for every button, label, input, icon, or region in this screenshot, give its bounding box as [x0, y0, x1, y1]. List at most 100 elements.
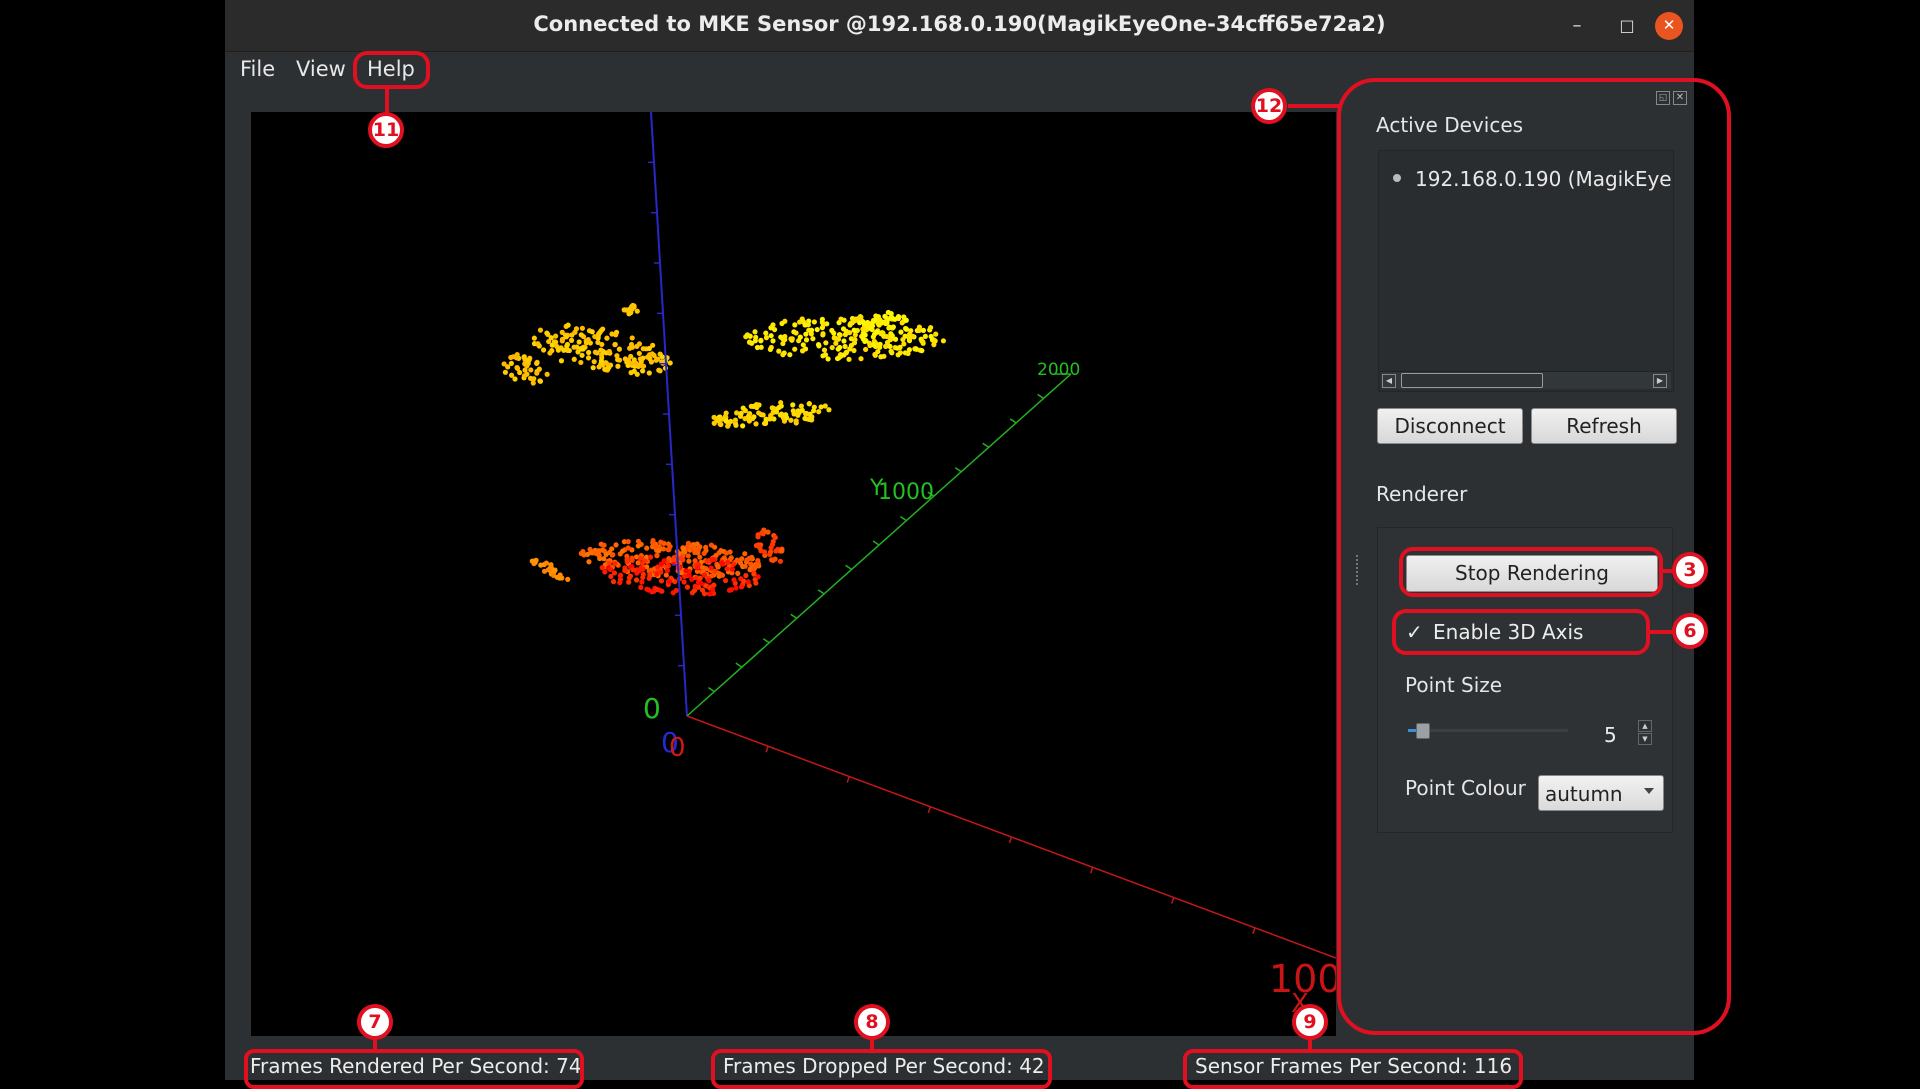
cloud-point [654, 586, 660, 593]
cloud-point [723, 418, 729, 424]
cloud-point [612, 341, 618, 348]
cloud-point [863, 346, 869, 353]
cloud-point [628, 353, 634, 360]
minimize-icon[interactable]: – [1561, 10, 1593, 42]
cloud-point [611, 570, 618, 576]
y-axis-tick [817, 589, 825, 595]
cloud-point [878, 354, 884, 360]
cloud-point [592, 333, 598, 340]
cloud-point [656, 548, 662, 554]
cloud-point [851, 340, 858, 346]
cloud-point [647, 554, 654, 560]
cloud-point [792, 322, 798, 328]
cloud-point [708, 565, 714, 571]
cloud-point [618, 572, 624, 578]
maximize-icon[interactable]: □ [1611, 10, 1643, 42]
cloud-point [598, 358, 605, 364]
cloud-point [646, 370, 652, 376]
cloud-point [756, 402, 762, 408]
cloud-point [629, 303, 635, 310]
annotation-badge-9: 9 [1292, 1004, 1328, 1040]
cloud-point [865, 323, 871, 329]
annotation-dropped-highlight [711, 1049, 1052, 1089]
menu-file[interactable]: File [240, 57, 275, 81]
cloud-point [810, 336, 816, 342]
cloud-point [743, 572, 749, 579]
cloud-point [719, 572, 726, 578]
cloud-point [889, 350, 895, 356]
cloud-point [552, 567, 558, 573]
cloud-point [559, 329, 565, 335]
point-cloud-viewport[interactable]: 2000 1000 Y 0 0 0 1000 X [251, 112, 1336, 1036]
cloud-point [729, 566, 736, 572]
cloud-point [576, 339, 582, 345]
cloud-point [661, 540, 667, 546]
cloud-point [877, 341, 883, 347]
cloud-point [635, 538, 642, 544]
annotation-badge-7: 7 [357, 1004, 393, 1040]
cloud-point [612, 560, 618, 567]
cloud-point [538, 562, 544, 568]
cloud-point [886, 325, 892, 331]
cloud-point [788, 417, 794, 423]
cloud-point [778, 403, 784, 409]
cloud-point [624, 559, 630, 565]
cloud-point [718, 548, 724, 554]
cloud-point [903, 317, 909, 323]
cloud-point [653, 357, 659, 363]
cloud-point [779, 548, 785, 554]
cloud-point [888, 331, 894, 337]
cloud-point [541, 568, 548, 574]
cloud-point [595, 552, 601, 558]
cloud-point [788, 336, 794, 342]
cloud-point [578, 332, 584, 338]
cloud-point [851, 347, 857, 354]
cloud-point [757, 545, 763, 551]
title-bar[interactable]: Connected to MKE Sensor @192.168.0.190(M… [225, 0, 1694, 52]
cloud-point [840, 326, 847, 332]
y-axis-tick [954, 467, 962, 473]
cloud-point [709, 586, 716, 593]
cloud-point [528, 367, 534, 373]
cloud-point [725, 559, 731, 565]
cloud-point [793, 330, 799, 336]
cloud-point [826, 407, 832, 413]
x-axis-ticks [765, 746, 1256, 934]
cloud-point [620, 548, 626, 554]
annotation-enable-axis-highlight [1392, 609, 1650, 655]
cloud-point [695, 565, 701, 571]
cloud-point [554, 574, 560, 580]
cloud-point [776, 348, 782, 354]
y-axis-tick [872, 540, 880, 546]
cloud-point [565, 576, 571, 582]
cloud-point [792, 346, 798, 352]
y-axis-tick [982, 442, 990, 448]
cloud-point [534, 370, 540, 376]
y-axis-tick-label-2000: 2000 [1037, 360, 1080, 380]
cloud-point [740, 405, 746, 411]
cloud-point [534, 360, 540, 366]
cloud-point [835, 346, 841, 352]
cloud-point [862, 332, 868, 338]
close-icon[interactable]: ✕ [1655, 12, 1683, 40]
cloud-point [616, 346, 622, 352]
cloud-point [922, 333, 928, 339]
cloud-point [659, 588, 665, 594]
cloud-point [628, 361, 635, 367]
cloud-point [932, 338, 938, 344]
cloud-point [565, 322, 571, 328]
cloud-point [697, 575, 703, 581]
cloud-point [906, 347, 913, 353]
cloud-point [920, 327, 927, 333]
annotation-badge-6: 6 [1672, 613, 1708, 649]
cloud-point [685, 553, 691, 559]
cloud-point [821, 347, 828, 353]
cloud-point [734, 410, 740, 416]
menu-view[interactable]: View [296, 57, 346, 81]
cloud-point [852, 317, 858, 323]
cloud-point [524, 371, 530, 377]
cloud-point [569, 332, 575, 338]
cloud-point [649, 544, 656, 550]
cloud-point [537, 378, 544, 384]
cloud-point [681, 573, 688, 580]
